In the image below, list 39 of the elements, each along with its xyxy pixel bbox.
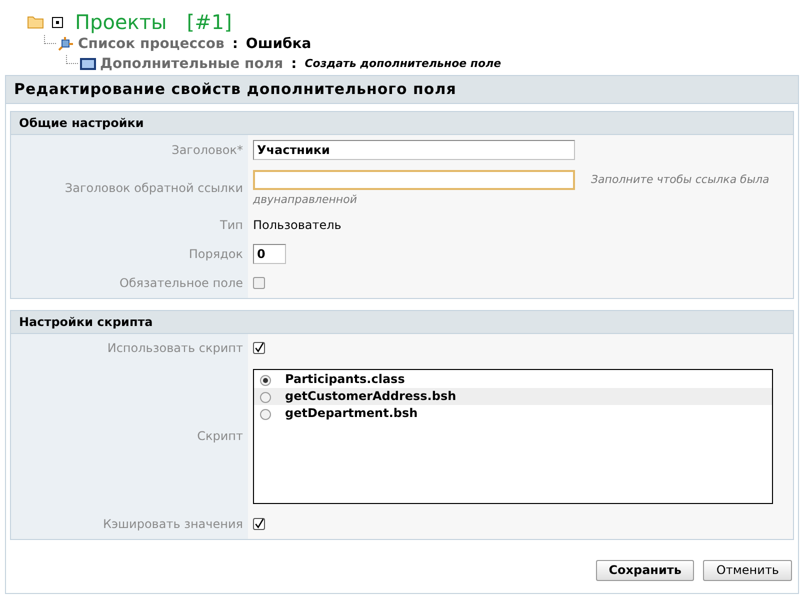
panel-title: Редактирование свойств дополнительного поля bbox=[6, 76, 798, 104]
hint-text: Заполните чтобы ссылка была bbox=[591, 172, 770, 188]
breadcrumb-current: Создать дополнительное поле bbox=[304, 56, 502, 72]
hint-text: двунаправленной bbox=[253, 192, 358, 208]
collapse-icon[interactable] bbox=[52, 16, 63, 28]
input-field[interactable] bbox=[253, 170, 575, 190]
script-list[interactable]: Participants.class getCustomerAddress.bsh getDepartment.bsh bbox=[253, 368, 773, 504]
field-label: Обязательное поле bbox=[119, 275, 243, 292]
field-label: Скрипт bbox=[197, 428, 243, 445]
field-label: Кэшировать значения bbox=[102, 516, 243, 533]
project-number: [#1] bbox=[186, 9, 232, 36]
folder-icon bbox=[27, 15, 44, 29]
checkbox[interactable] bbox=[253, 342, 265, 354]
field-label: Заголовок обратной ссылки bbox=[64, 180, 243, 197]
field-value: Пользователь bbox=[253, 216, 342, 234]
radio-button[interactable] bbox=[260, 409, 271, 420]
field-label: Использовать скрипт bbox=[107, 340, 243, 357]
section-header: Настройки скрипта bbox=[11, 310, 793, 334]
radio-button[interactable] bbox=[260, 375, 271, 386]
checkbox[interactable] bbox=[253, 518, 265, 530]
list-item[interactable]: getDepartment.bsh bbox=[254, 404, 772, 422]
radio-button[interactable] bbox=[260, 392, 271, 403]
field-label: Тип bbox=[220, 216, 243, 234]
input-field[interactable]: Участники bbox=[253, 140, 575, 160]
save-button[interactable]: Сохранить bbox=[596, 560, 694, 580]
input-field[interactable]: 0 bbox=[253, 244, 286, 264]
window-icon bbox=[80, 58, 96, 70]
checkbox[interactable] bbox=[253, 277, 265, 289]
list-item[interactable]: getCustomerAddress.bsh bbox=[254, 388, 772, 404]
breadcrumb-current: Ошибка bbox=[246, 34, 312, 54]
process-icon bbox=[58, 36, 74, 52]
list-item[interactable]: Participants.class bbox=[254, 370, 772, 388]
section-header: Общие настройки bbox=[11, 112, 793, 135]
separator-colon: : bbox=[232, 34, 238, 54]
field-label: Заголовок* bbox=[172, 142, 243, 159]
breadcrumb-link[interactable]: Дополнительные поля bbox=[100, 54, 284, 74]
field-label: Порядок bbox=[188, 246, 243, 262]
separator-colon: : bbox=[291, 54, 297, 74]
cancel-button[interactable]: Отменить bbox=[703, 560, 792, 580]
